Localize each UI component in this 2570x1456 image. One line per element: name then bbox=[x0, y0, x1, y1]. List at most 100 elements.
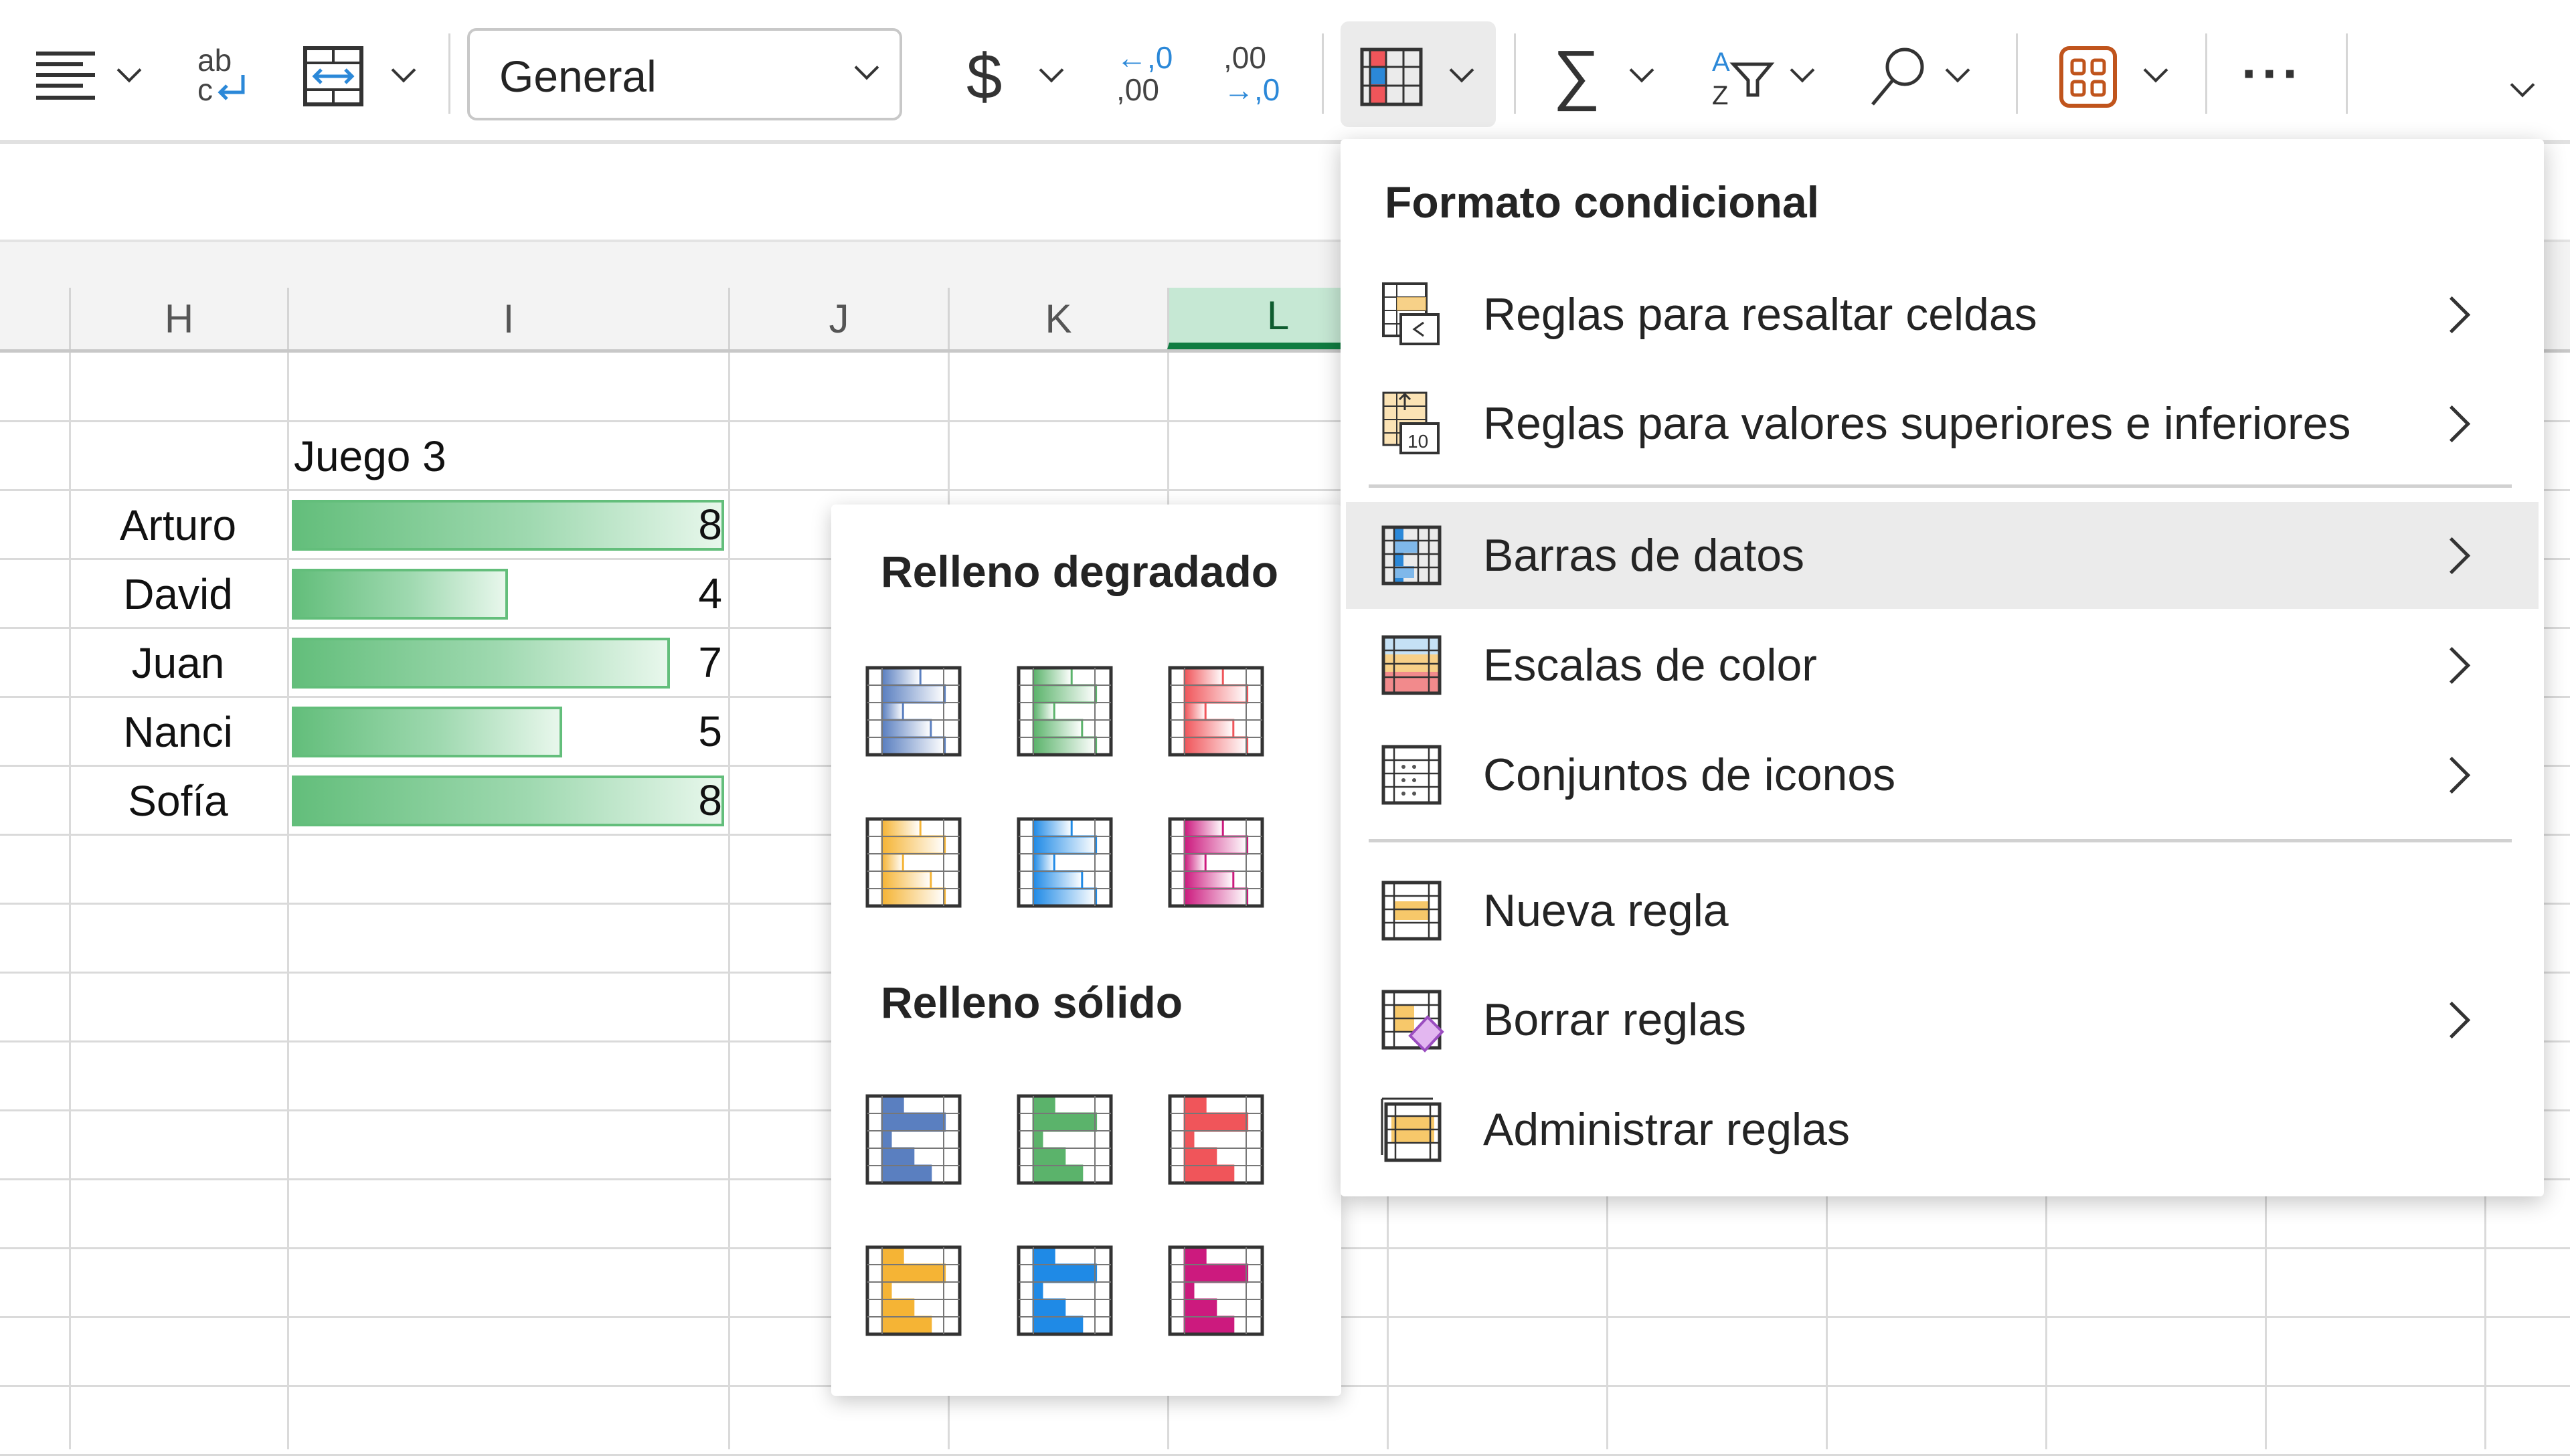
cell-value[interactable]: 7 bbox=[287, 638, 722, 687]
column-header-partial[interactable] bbox=[0, 288, 69, 349]
cell-value[interactable]: 8 bbox=[287, 500, 722, 549]
column-header-j[interactable]: J bbox=[728, 288, 948, 349]
chevron-down-icon bbox=[1039, 58, 1064, 83]
menu-item-icon-sets[interactable]: Conjuntos de iconos bbox=[1346, 721, 2539, 828]
gradient-data-bar-red[interactable] bbox=[1167, 665, 1265, 757]
wrap-text-icon: ab c bbox=[197, 43, 245, 107]
align-button[interactable] bbox=[20, 27, 161, 120]
column-header-i[interactable]: I bbox=[287, 288, 728, 349]
toolbar-separator bbox=[2205, 33, 2207, 114]
cell-value[interactable]: 5 bbox=[287, 707, 722, 756]
solid-data-bar-red[interactable] bbox=[1167, 1093, 1265, 1186]
gradient-data-bar-light-blue[interactable] bbox=[1016, 816, 1114, 909]
chevron-down-icon bbox=[2143, 58, 2168, 83]
data-bars-submenu: Relleno degradado Relleno sólido bbox=[831, 505, 1341, 1396]
toolbar-separator bbox=[1514, 33, 1516, 114]
chevron-right-icon bbox=[2433, 646, 2471, 684]
cell-name[interactable]: Sofía bbox=[69, 766, 287, 835]
chevron-down-icon bbox=[1629, 58, 1654, 83]
increase-decimal-icon: ←,0 ,00 bbox=[1116, 40, 1173, 107]
data-bar-swatch-icon bbox=[1017, 1094, 1113, 1185]
gradient-data-bar-purple[interactable] bbox=[1167, 816, 1265, 909]
chevron-down-icon bbox=[116, 58, 142, 83]
chevron-down-icon bbox=[854, 55, 879, 80]
menu-item-clear-rules[interactable]: Borrar reglas bbox=[1346, 966, 2539, 1073]
more-options-button[interactable]: ··· bbox=[2222, 27, 2322, 120]
gradient-fill-title: Relleno degradado bbox=[881, 547, 1279, 596]
data-bars-icon bbox=[1381, 525, 1442, 585]
merge-cells-button[interactable] bbox=[294, 27, 428, 120]
increase-decimal-button[interactable]: ←,0 ,00 bbox=[1104, 27, 1191, 120]
find-button[interactable] bbox=[1854, 27, 1988, 120]
color-scales-icon bbox=[1381, 635, 1442, 695]
menu-item-label: Reglas para valores superiores e inferio… bbox=[1483, 398, 2351, 449]
gradient-data-bar-green[interactable] bbox=[1016, 665, 1114, 757]
menu-item-data-bars[interactable]: Barras de datos bbox=[1346, 502, 2539, 609]
chevron-right-icon bbox=[2433, 296, 2471, 333]
toolbar-separator bbox=[1322, 33, 1324, 114]
sort-filter-button[interactable]: A Z bbox=[1700, 27, 1834, 120]
decrease-decimal-button[interactable]: ,00 →,0 bbox=[1211, 27, 1298, 120]
add-ins-button[interactable] bbox=[2048, 27, 2182, 120]
data-bar-swatch-icon bbox=[1168, 666, 1264, 757]
cell-name[interactable]: Juan bbox=[69, 628, 287, 697]
sigma-icon: ∑ bbox=[1553, 37, 1601, 112]
chevron-down-icon bbox=[2510, 72, 2535, 98]
chevron-down-icon bbox=[391, 58, 416, 83]
conditional-format-icon bbox=[1360, 48, 1423, 106]
conditional-format-button[interactable] bbox=[1341, 21, 1496, 127]
solid-data-bar-light-blue[interactable] bbox=[1016, 1245, 1114, 1337]
menu-item-color-scales[interactable]: Escalas de color bbox=[1346, 612, 2539, 719]
toolbar-separator bbox=[2346, 33, 2348, 114]
new-rule-icon bbox=[1381, 881, 1442, 941]
menu-item-top-bottom-rules[interactable]: 10 Reglas para valores superiores e infe… bbox=[1346, 370, 2539, 477]
cell-value[interactable]: 8 bbox=[287, 776, 722, 825]
menu-item-label: Barras de datos bbox=[1483, 530, 1805, 581]
data-bar-swatch-icon bbox=[865, 817, 962, 908]
autosum-button[interactable]: ∑ bbox=[1539, 27, 1673, 120]
data-bar-swatch-icon bbox=[1017, 817, 1113, 908]
chevron-right-icon bbox=[2433, 1001, 2471, 1038]
cell-value[interactable]: 4 bbox=[287, 569, 722, 618]
chevron-down-icon bbox=[1449, 58, 1474, 83]
menu-item-label: Reglas para resaltar celdas bbox=[1483, 289, 2037, 340]
expand-ribbon-button[interactable] bbox=[2490, 47, 2557, 141]
data-bar-swatch-icon bbox=[1168, 817, 1264, 908]
column-gridline bbox=[728, 353, 730, 1449]
grid-apps-icon bbox=[2059, 46, 2117, 108]
currency-button[interactable]: $ bbox=[950, 27, 1084, 120]
chevron-right-icon bbox=[2433, 756, 2471, 794]
menu-title: Formato condicional bbox=[1385, 177, 1820, 227]
menu-item-new-rule[interactable]: Nueva regla bbox=[1346, 857, 2539, 964]
gradient-data-bar-orange[interactable] bbox=[865, 816, 962, 909]
column-header-h[interactable]: H bbox=[69, 288, 287, 349]
ellipsis-icon: ··· bbox=[2241, 43, 2303, 103]
dollar-icon: $ bbox=[966, 41, 1003, 112]
clear-rules-icon bbox=[1381, 990, 1444, 1053]
number-format-dropdown[interactable]: General bbox=[467, 28, 902, 120]
menu-item-highlight-cells-rules[interactable]: Reglas para resaltar celdas bbox=[1346, 261, 2539, 368]
gradient-data-bar-blue[interactable] bbox=[865, 665, 962, 757]
solid-data-bar-purple[interactable] bbox=[1167, 1245, 1265, 1337]
icon-sets-icon bbox=[1381, 745, 1442, 805]
menu-item-label: Escalas de color bbox=[1483, 640, 1817, 691]
cell-name[interactable]: David bbox=[69, 559, 287, 628]
cell-name[interactable]: Nanci bbox=[69, 697, 287, 766]
wrap-text-button[interactable]: ab c bbox=[187, 27, 261, 120]
menu-item-manage-rules[interactable]: Administrar reglas bbox=[1346, 1076, 2539, 1183]
data-bar-swatch-icon bbox=[865, 1094, 962, 1185]
align-left-icon bbox=[36, 52, 95, 100]
data-bar-swatch-icon bbox=[865, 1245, 962, 1336]
cell-name[interactable]: Arturo bbox=[69, 490, 287, 559]
cell-i-header[interactable]: Juego 3 bbox=[287, 422, 728, 490]
search-icon bbox=[1871, 48, 1924, 106]
solid-data-bar-orange[interactable] bbox=[865, 1245, 962, 1337]
solid-data-bar-green[interactable] bbox=[1016, 1093, 1114, 1186]
solid-data-bar-blue[interactable] bbox=[865, 1093, 962, 1186]
menu-separator bbox=[1369, 484, 2512, 488]
chevron-right-icon bbox=[2433, 537, 2471, 574]
menu-item-label: Administrar reglas bbox=[1483, 1104, 1850, 1155]
chevron-right-icon bbox=[2433, 405, 2471, 442]
column-header-k[interactable]: K bbox=[948, 288, 1167, 349]
chevron-down-icon bbox=[1945, 58, 1970, 83]
